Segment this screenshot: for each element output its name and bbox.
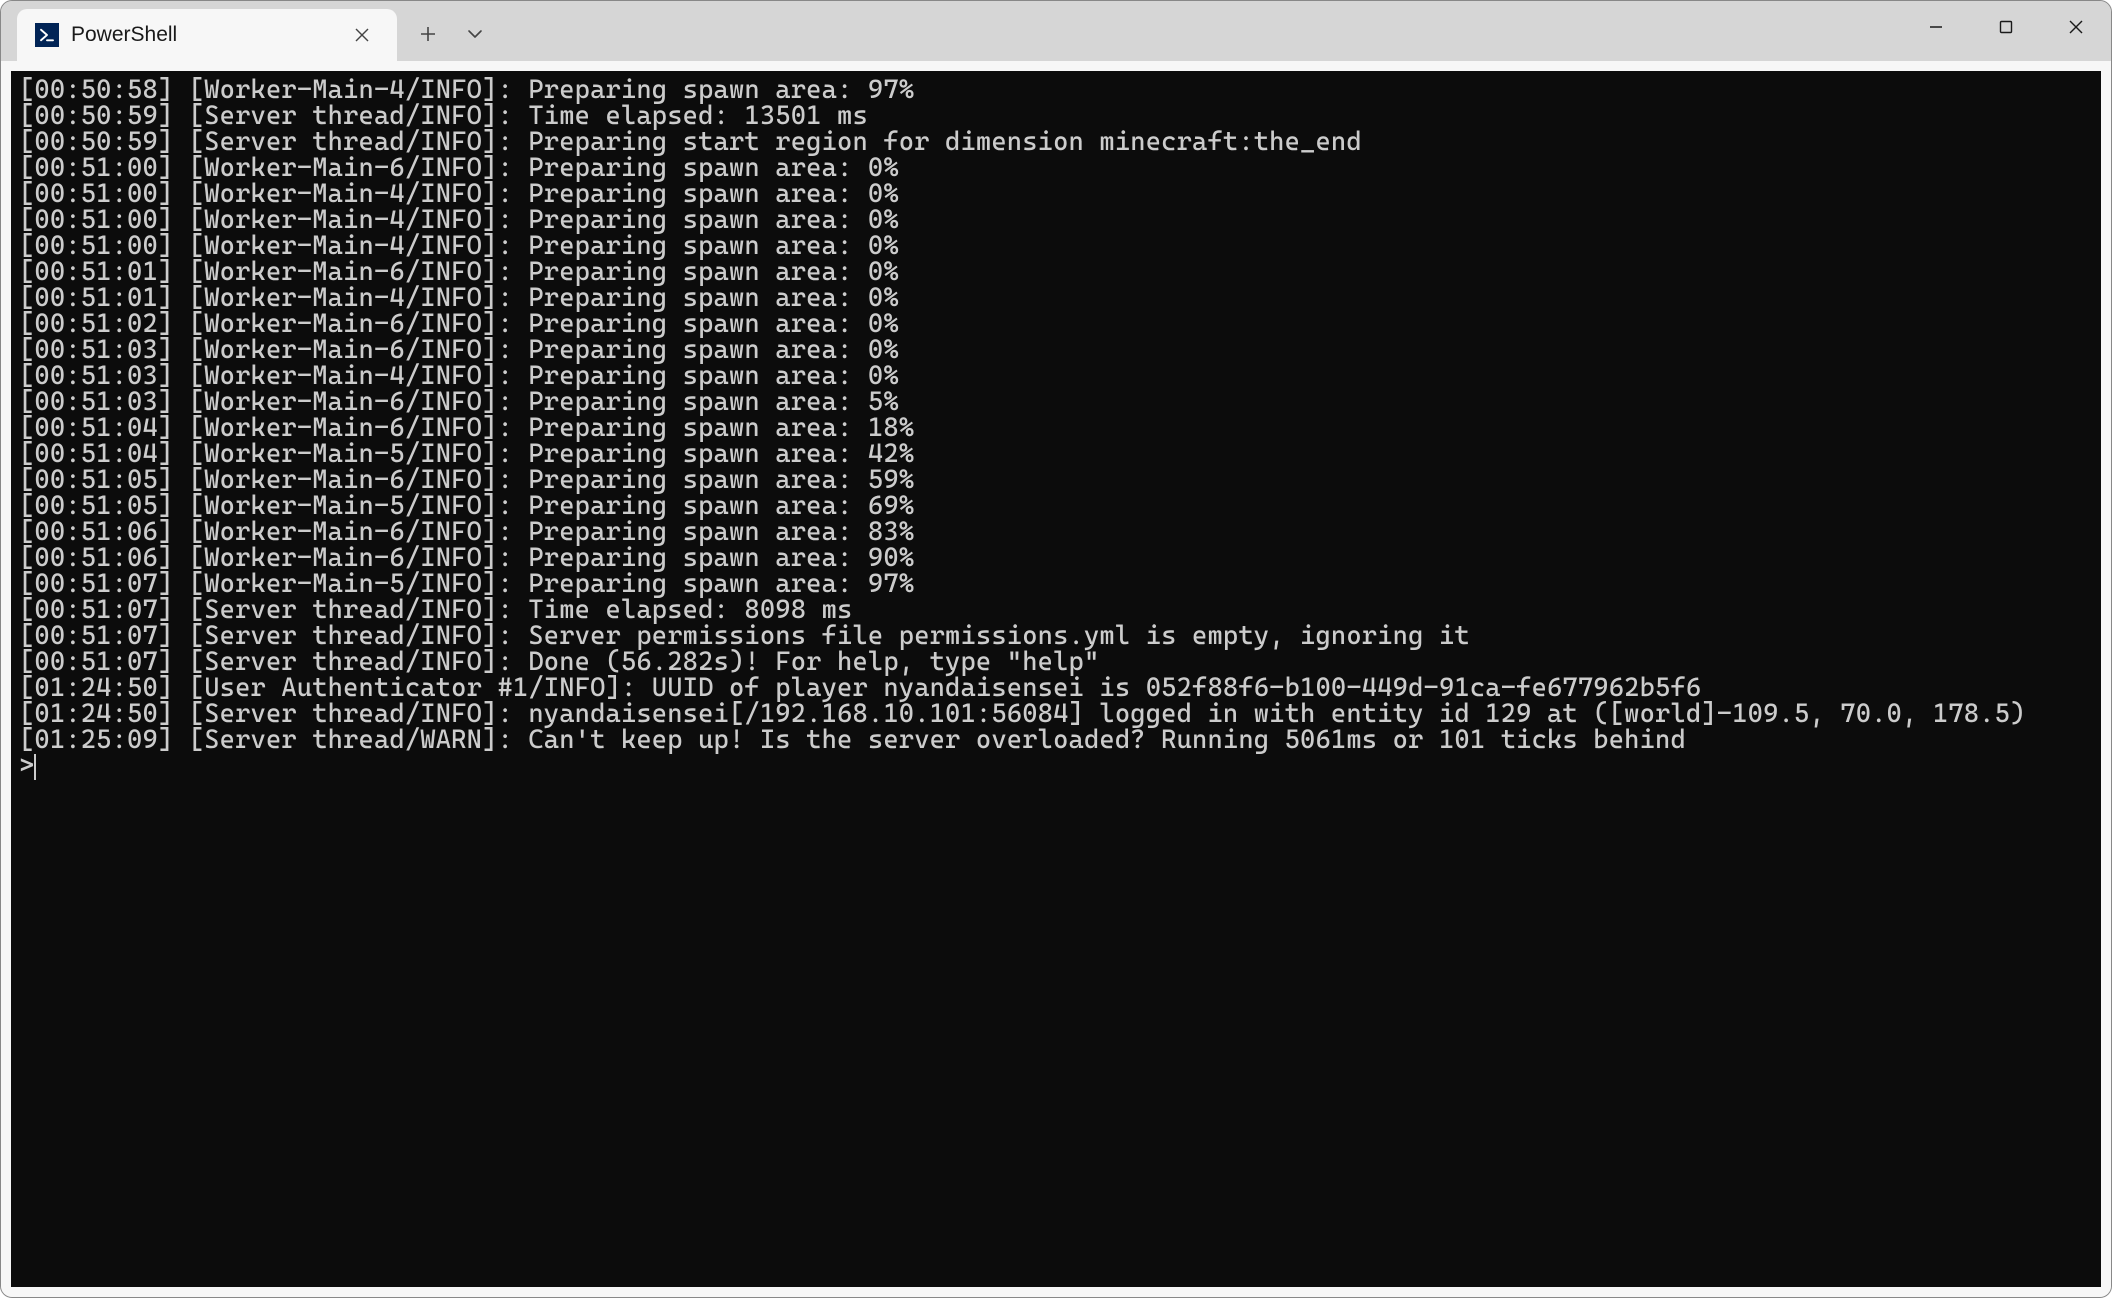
log-line: [00:51:00] [Worker-Main-4/INFO]: Prepari… [19, 181, 2093, 207]
close-button[interactable] [2041, 1, 2111, 53]
log-line: [00:51:07] [Server thread/INFO]: Done (5… [19, 649, 2093, 675]
log-line: [00:51:06] [Worker-Main-6/INFO]: Prepari… [19, 545, 2093, 571]
log-line: [00:50:58] [Worker-Main-4/INFO]: Prepari… [19, 77, 2093, 103]
log-line: [00:51:07] [Worker-Main-5/INFO]: Prepari… [19, 571, 2093, 597]
log-line: [00:51:00] [Worker-Main-4/INFO]: Prepari… [19, 233, 2093, 259]
log-line: [01:24:50] [User Authenticator #1/INFO]:… [19, 675, 2093, 701]
log-line: [00:51:01] [Worker-Main-6/INFO]: Prepari… [19, 259, 2093, 285]
tab-powershell[interactable]: PowerShell [17, 9, 397, 61]
log-line: [00:51:02] [Worker-Main-6/INFO]: Prepari… [19, 311, 2093, 337]
tabs-area: PowerShell [1, 1, 495, 61]
log-line: [01:25:09] [Server thread/WARN]: Can't k… [19, 727, 2093, 753]
log-line: [00:51:05] [Worker-Main-6/INFO]: Prepari… [19, 467, 2093, 493]
maximize-button[interactable] [1971, 1, 2041, 53]
text-cursor [34, 754, 36, 780]
window-controls [1901, 1, 2111, 53]
log-line: [00:51:03] [Worker-Main-4/INFO]: Prepari… [19, 363, 2093, 389]
log-line: [00:51:03] [Worker-Main-6/INFO]: Prepari… [19, 389, 2093, 415]
prompt-symbol: > [19, 751, 34, 781]
minimize-button[interactable] [1901, 1, 1971, 53]
new-tab-button[interactable] [405, 11, 451, 57]
window-frame: PowerShell [0, 0, 2112, 1298]
terminal-output[interactable]: [00:50:58] [Worker-Main-4/INFO]: Prepari… [11, 71, 2101, 1287]
log-line: [00:51:03] [Worker-Main-6/INFO]: Prepari… [19, 337, 2093, 363]
tab-title: PowerShell [71, 23, 335, 47]
log-line: [00:51:04] [Worker-Main-5/INFO]: Prepari… [19, 441, 2093, 467]
log-line: [00:51:07] [Server thread/INFO]: Time el… [19, 597, 2093, 623]
content-bezel: [00:50:58] [Worker-Main-4/INFO]: Prepari… [1, 61, 2111, 1297]
log-line: [00:51:07] [Server thread/INFO]: Server … [19, 623, 2093, 649]
log-line: [00:51:04] [Worker-Main-6/INFO]: Prepari… [19, 415, 2093, 441]
tab-dropdown-button[interactable] [455, 11, 495, 57]
log-line: [00:51:01] [Worker-Main-4/INFO]: Prepari… [19, 285, 2093, 311]
log-line: [00:50:59] [Server thread/INFO]: Time el… [19, 103, 2093, 129]
prompt-line[interactable]: > [19, 753, 2093, 780]
log-line: [01:24:50] [Server thread/INFO]: nyandai… [19, 701, 2093, 727]
log-line: [00:51:00] [Worker-Main-4/INFO]: Prepari… [19, 207, 2093, 233]
titlebar[interactable]: PowerShell [1, 1, 2111, 61]
log-line: [00:51:00] [Worker-Main-6/INFO]: Prepari… [19, 155, 2093, 181]
log-line: [00:50:59] [Server thread/INFO]: Prepari… [19, 129, 2093, 155]
log-line: [00:51:05] [Worker-Main-5/INFO]: Prepari… [19, 493, 2093, 519]
tab-close-button[interactable] [347, 20, 377, 50]
powershell-icon [35, 23, 59, 47]
log-line: [00:51:06] [Worker-Main-6/INFO]: Prepari… [19, 519, 2093, 545]
